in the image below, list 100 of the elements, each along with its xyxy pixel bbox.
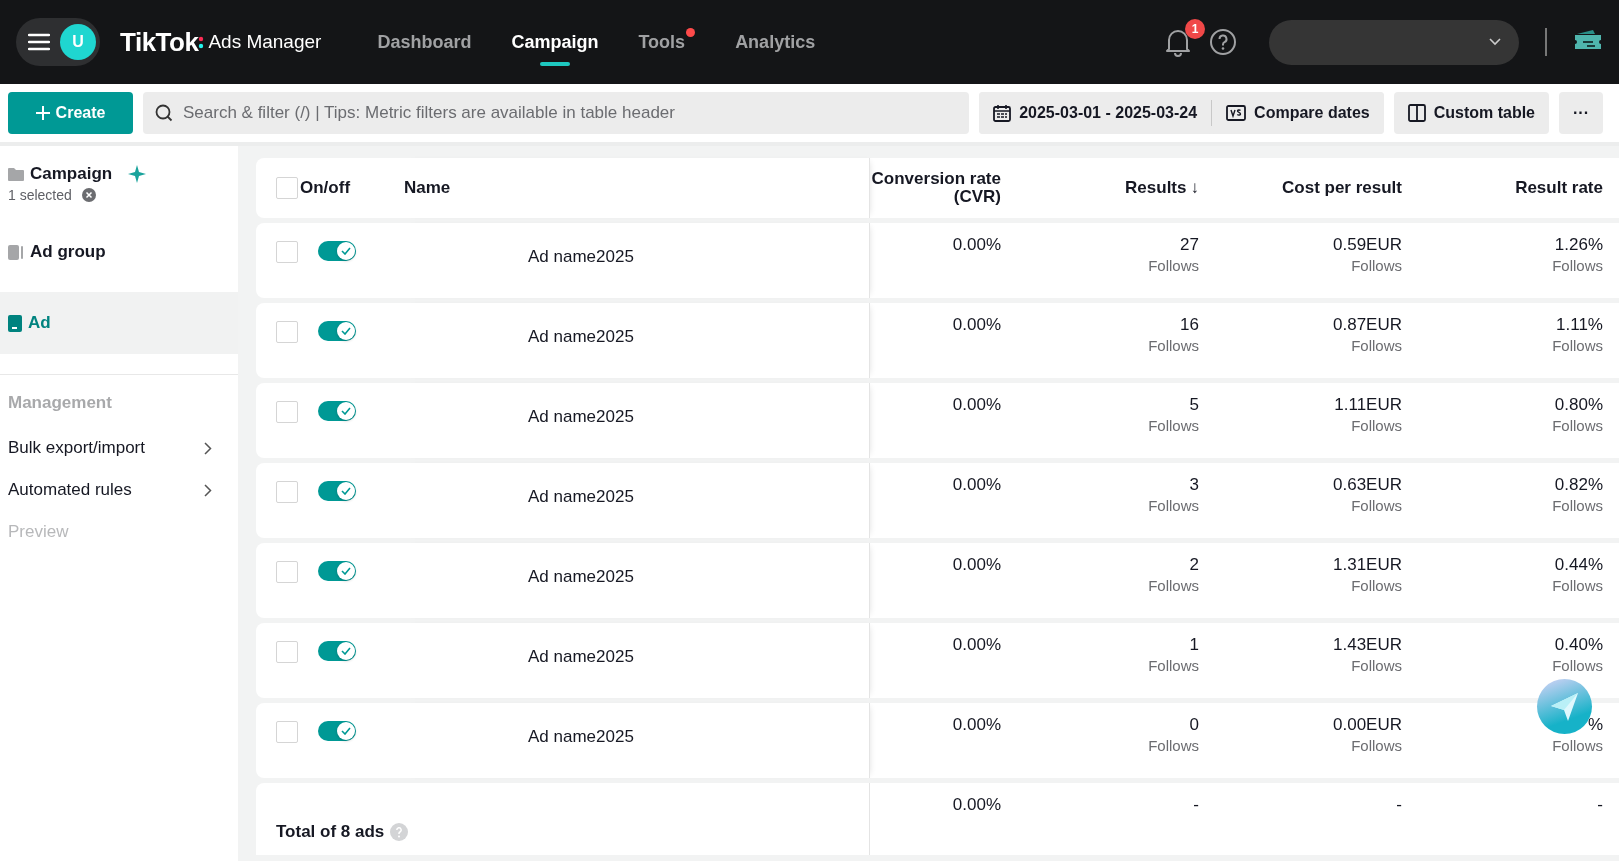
column-header[interactable]: On/off	[300, 178, 351, 198]
level-tab[interactable]: Campaign 1 selected	[0, 164, 238, 220]
status-toggle[interactable]	[318, 721, 356, 741]
column-header[interactable]: Results	[1125, 178, 1187, 198]
row-checkbox[interactable]	[276, 561, 298, 583]
metric-unit: Follows	[1148, 497, 1199, 514]
chevron-down-icon	[1489, 38, 1501, 46]
table-cell: 0	[1189, 715, 1199, 735]
columns-icon	[1407, 104, 1426, 122]
table-row[interactable]: Ad name2025 0.00% 5 Follows 1.11EUR Follows 0.80% Follows	[256, 383, 1619, 458]
create-button[interactable]: Create	[8, 92, 133, 134]
search-field[interactable]: Search & filter (/) | Tips: Metric filters are available in table header	[143, 92, 970, 134]
table-cell: 0.87EUR	[1333, 315, 1402, 335]
custom-table-button[interactable]: Custom table	[1393, 92, 1549, 134]
section-heading: Management	[7, 393, 113, 413]
level-tab[interactable]: Ad group	[0, 220, 238, 284]
metric-unit: Follows	[1552, 337, 1603, 354]
status-toggle[interactable]	[318, 481, 356, 501]
table-cell: 0.59EUR	[1333, 235, 1402, 255]
metric-unit: Follows	[1552, 577, 1603, 594]
level-tab[interactable]: Ad	[0, 292, 238, 354]
check-icon	[341, 407, 351, 415]
table-row[interactable]: Ad name2025 0.00% 1 Follows 1.43EUR Follows 0.40% Follows	[256, 623, 1619, 698]
ad-name[interactable]: Ad name2025	[528, 327, 634, 347]
table-cell: 0.00%	[952, 795, 1001, 815]
nav-tab[interactable]: Dashboard	[377, 0, 472, 84]
row-checkbox[interactable]	[276, 481, 298, 503]
table-cell: -	[1597, 795, 1603, 815]
metric-unit: Follows	[1351, 657, 1402, 674]
ad-name[interactable]: Ad name2025	[528, 487, 634, 507]
menu-item[interactable]: Automated rules	[0, 469, 238, 511]
nav-tab[interactable]: Analytics	[735, 0, 816, 84]
metric-unit: Follows	[1552, 497, 1603, 514]
metric-unit: Follows	[1552, 737, 1603, 754]
metric-unit: Follows	[1351, 577, 1402, 594]
table-cell: 0.63EUR	[1333, 475, 1402, 495]
row-checkbox[interactable]	[276, 241, 298, 263]
table-cell: 0.82%	[1554, 475, 1603, 495]
table-cell: 0.00EUR	[1333, 715, 1402, 735]
table-cell: 0.00%	[952, 395, 1001, 415]
clear-icon[interactable]	[81, 188, 96, 202]
table-cell: -	[1193, 795, 1199, 815]
ad-name[interactable]: Ad name2025	[528, 647, 634, 667]
logo-text: TikTok	[120, 26, 199, 58]
ad-name[interactable]: Ad name2025	[528, 407, 634, 427]
table-row[interactable]: Ad name2025 0.00% 16 Follows 0.87EUR Follows 1.11% Follows	[256, 303, 1619, 378]
status-toggle[interactable]	[318, 241, 356, 261]
plus-icon	[35, 106, 50, 120]
folder-icon	[8, 167, 24, 181]
more-button[interactable]: ···	[1559, 92, 1603, 134]
row-checkbox[interactable]	[276, 401, 298, 423]
table-cell: 0.44%	[1554, 555, 1603, 575]
column-header[interactable]: Cost per result	[1282, 178, 1402, 198]
nav-tab[interactable]: Campaign	[511, 0, 599, 84]
metric-unit: Follows	[1351, 417, 1402, 434]
table-row[interactable]: Ad name2025 0.00% 27 Follows 0.59EUR Follows 1.26% Follows	[256, 223, 1619, 298]
check-icon	[341, 487, 351, 495]
select-all-checkbox[interactable]	[276, 177, 298, 199]
nav-tab[interactable]: Tools	[638, 0, 696, 84]
chevron-right-icon	[204, 483, 212, 497]
status-toggle[interactable]	[318, 401, 356, 421]
table-cell: 1.26%	[1554, 235, 1603, 255]
check-icon	[341, 567, 351, 575]
metric-unit: Follows	[1351, 337, 1402, 354]
table-cell: 1	[1189, 635, 1199, 655]
sparkle-icon[interactable]	[128, 165, 147, 183]
metric-unit: Follows	[1351, 497, 1402, 514]
ad-name[interactable]: Ad name2025	[528, 567, 634, 587]
chevron-right-icon	[204, 441, 212, 455]
table-cell: 0.00%	[952, 715, 1001, 735]
bell-icon[interactable]	[1165, 27, 1191, 57]
table-row[interactable]: Ad name2025 0.00% 2 Follows 1.31EUR Follows 0.44% Follows	[256, 543, 1619, 618]
ad-name[interactable]: Ad name2025	[528, 247, 634, 267]
metric-unit: Follows	[1351, 257, 1402, 274]
column-header[interactable]: Conversion rate (CVR)	[871, 170, 1001, 206]
ad-name[interactable]: Ad name2025	[528, 727, 634, 747]
table-cell: 0.00%	[952, 235, 1001, 255]
table-cell: 0.00%	[952, 475, 1001, 495]
row-checkbox[interactable]	[276, 641, 298, 663]
menu-item[interactable]: Bulk export/import	[0, 427, 238, 469]
status-toggle[interactable]	[318, 321, 356, 341]
row-checkbox[interactable]	[276, 721, 298, 743]
table-cell: 1.11%	[1556, 315, 1603, 335]
versus-icon	[1226, 105, 1247, 121]
check-icon	[341, 327, 351, 335]
column-header[interactable]: Name	[404, 178, 451, 198]
status-toggle[interactable]	[318, 641, 356, 661]
check-icon	[341, 727, 351, 735]
metric-unit: Follows	[1148, 417, 1199, 434]
status-toggle[interactable]	[318, 561, 356, 581]
table-row[interactable]: Ad name2025 0.00% 3 Follows 0.63EUR Follows 0.82% Follows	[256, 463, 1619, 538]
user-avatar: U	[60, 24, 96, 60]
table-row[interactable]: Ad name2025 0.00% 0 Follows 0.00EUR Follows % Follows	[256, 703, 1619, 778]
row-checkbox[interactable]	[276, 321, 298, 343]
sort-arrow[interactable]: ↓	[1190, 178, 1199, 198]
ad-icon	[8, 314, 22, 332]
table-cell: 1.11EUR	[1334, 395, 1402, 415]
column-header[interactable]: Result rate	[1515, 178, 1603, 198]
help-icon[interactable]	[1209, 28, 1237, 56]
ad-group-icon	[8, 244, 24, 260]
